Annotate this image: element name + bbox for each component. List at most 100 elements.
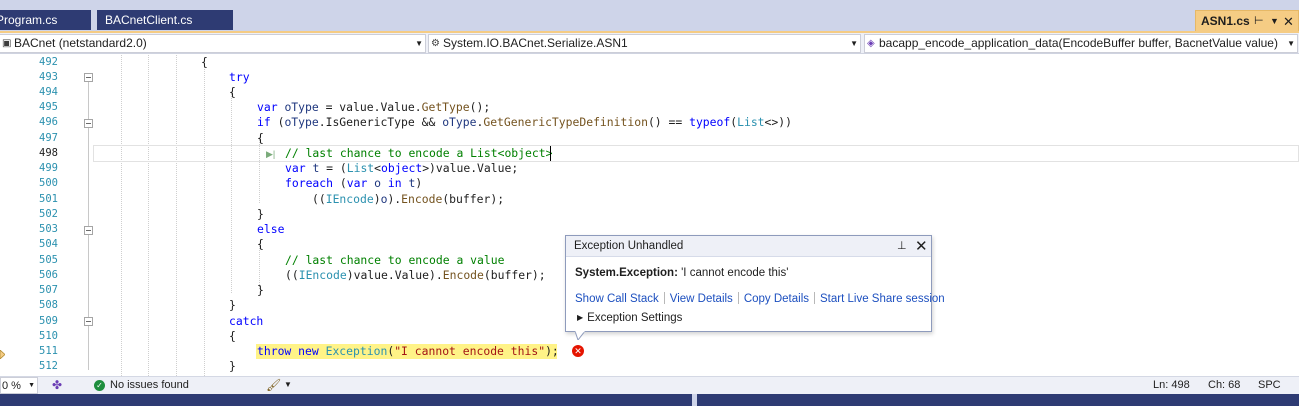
chevron-down-icon[interactable]: ▼: [284, 377, 292, 393]
indent-guide: [121, 55, 122, 376]
indent-guide: [176, 55, 177, 376]
run-to-click-icon[interactable]: ▶|: [266, 149, 275, 160]
type-dropdown-value: System.IO.BACnet.Serialize.ASN1: [443, 36, 628, 50]
exception-type: System.Exception:: [575, 267, 678, 279]
view-details-link[interactable]: View Details: [670, 293, 733, 305]
code-line-511: throw new Exception("I cannot encode thi…: [257, 344, 559, 358]
method-icon: ◈: [867, 38, 875, 49]
line-number: 505: [39, 254, 58, 266]
collapse-toggle[interactable]: [84, 73, 93, 82]
line-number: 494: [39, 86, 58, 98]
tab-dropdown-icon[interactable]: ▼: [1270, 11, 1279, 32]
tab-program-label: Program.cs: [0, 13, 58, 27]
show-call-stack-link[interactable]: Show Call Stack: [575, 293, 659, 305]
tab-asn1-cs[interactable]: ASN1.cs ⊢ ▼ ✕: [1195, 10, 1299, 33]
link-separator: [737, 292, 739, 304]
line-number: 500: [39, 177, 58, 189]
error-icon[interactable]: ✕: [572, 345, 584, 357]
issues-status[interactable]: No issues found: [110, 377, 189, 393]
class-icon: ⚙: [431, 38, 440, 49]
type-dropdown[interactable]: ⚙ System.IO.BACnet.Serialize.ASN1 ▼: [428, 34, 861, 53]
exception-actions: Show Call Stack View Details Copy Details S…: [575, 292, 945, 305]
live-share-icon[interactable]: ✤: [52, 377, 62, 393]
line-number: 510: [39, 330, 58, 342]
close-icon[interactable]: ✕: [915, 237, 928, 255]
code-line-498: // last chance to encode a List<object>: [285, 146, 553, 160]
indent-guide: [231, 93, 232, 293]
line-number: 501: [39, 193, 58, 205]
exception-pointer-icon: [0, 350, 5, 359]
tab-program-cs[interactable]: Program.cs: [0, 10, 91, 30]
exception-text: 'I cannot encode this': [681, 267, 789, 279]
member-dropdown-value: bacapp_encode_application_data(EncodeBuf…: [879, 36, 1278, 50]
line-number: 506: [39, 269, 58, 281]
collapse-toggle[interactable]: [84, 119, 93, 128]
exception-helper-popup: Exception Unhandled ⊥ ✕ System.Exception…: [565, 235, 945, 332]
line-number: 512: [39, 360, 58, 372]
copy-details-link[interactable]: Copy Details: [744, 293, 809, 305]
code-cleanup-icon[interactable]: 🖌: [266, 377, 281, 393]
link-separator: [663, 292, 665, 304]
line-number: 509: [39, 315, 58, 327]
exception-popup-title: Exception Unhandled: [574, 240, 684, 252]
code-line-507: }: [257, 283, 264, 297]
code-line-512: }: [229, 359, 236, 373]
code-line-505: // last chance to encode a value: [285, 253, 505, 267]
code-line-509: catch: [229, 314, 264, 328]
code-line-500: foreach (var o in t): [285, 176, 423, 190]
link-separator: [814, 292, 816, 304]
navigation-bar: ▣ BACnet (netstandard2.0) ▼ ⚙ System.IO.…: [0, 33, 1299, 54]
code-line-508: }: [229, 298, 236, 312]
indent-guide: [148, 55, 149, 376]
code-line-504: {: [257, 237, 264, 251]
document-tab-bar: Program.cs BACnetClient.cs ASN1.cs ⊢ ▼ ✕: [0, 0, 1299, 33]
chevron-down-icon: ▼: [28, 382, 35, 389]
project-dropdown[interactable]: ▣ BACnet (netstandard2.0) ▼: [0, 34, 426, 53]
collapse-toggle[interactable]: [84, 317, 93, 326]
code-line-493: try: [229, 70, 250, 84]
line-position[interactable]: Ln: 498: [1153, 377, 1190, 393]
tab-close-icon[interactable]: ✕: [1283, 11, 1294, 32]
chevron-down-icon: ▼: [415, 39, 423, 48]
tab-bacnetclient-label: BACnetClient.cs: [105, 13, 193, 27]
code-line-503: else: [257, 222, 285, 236]
whitespace-mode[interactable]: SPC: [1258, 377, 1281, 393]
exception-settings-label: Exception Settings: [587, 312, 683, 324]
code-line-506: ((IEncode)value.Value).Encode(buffer);: [285, 268, 546, 282]
char-position[interactable]: Ch: 68: [1208, 377, 1240, 393]
line-number: 496: [39, 116, 58, 128]
text-caret: [550, 146, 551, 161]
panel-splitter[interactable]: [692, 394, 697, 406]
zoom-dropdown[interactable]: 0 % ▼: [0, 377, 38, 394]
line-number: 511: [39, 345, 58, 357]
pin-icon[interactable]: ⊥: [897, 239, 907, 252]
member-dropdown[interactable]: ◈ bacapp_encode_application_data(EncodeB…: [864, 34, 1298, 53]
code-line-496: if (oType.IsGenericType && oType.GetGene…: [257, 115, 792, 129]
exception-popup-pointer: [575, 331, 585, 340]
code-line-502: }: [257, 207, 264, 221]
code-line-510: {: [229, 329, 236, 343]
line-number: 497: [39, 132, 58, 144]
chevron-down-icon: ▼: [1287, 39, 1295, 48]
line-number: 503: [39, 223, 58, 235]
code-line-492: {: [201, 55, 208, 69]
code-line-501: ((IEncode)o).Encode(buffer);: [312, 192, 505, 206]
editor-status-bar: 0 % ▼ ✤ ✓ No issues found 🖌 ▼ Ln: 498 Ch:…: [0, 376, 1299, 394]
exception-message: System.Exception: 'I cannot encode this': [575, 267, 788, 279]
exception-settings-expander[interactable]: ▶ Exception Settings: [577, 312, 682, 324]
tab-bacnetclient-cs[interactable]: BACnetClient.cs: [97, 10, 233, 30]
tab-pin-icon[interactable]: ⊢: [1254, 11, 1264, 32]
line-number: 499: [39, 162, 58, 174]
check-circle-icon[interactable]: ✓: [94, 380, 105, 391]
code-line-494: {: [229, 85, 236, 99]
collapse-toggle[interactable]: [84, 226, 93, 235]
code-line-497: {: [257, 131, 264, 145]
line-number: 495: [39, 101, 58, 113]
line-number: 502: [39, 208, 58, 220]
start-live-share-link[interactable]: Start Live Share session: [820, 293, 945, 305]
exception-popup-header: Exception Unhandled ⊥ ✕: [566, 236, 931, 257]
chevron-down-icon: ▼: [850, 39, 858, 48]
bottom-panel-strip: [0, 394, 1299, 406]
indent-guide: [204, 63, 205, 376]
line-number: 504: [39, 238, 58, 250]
